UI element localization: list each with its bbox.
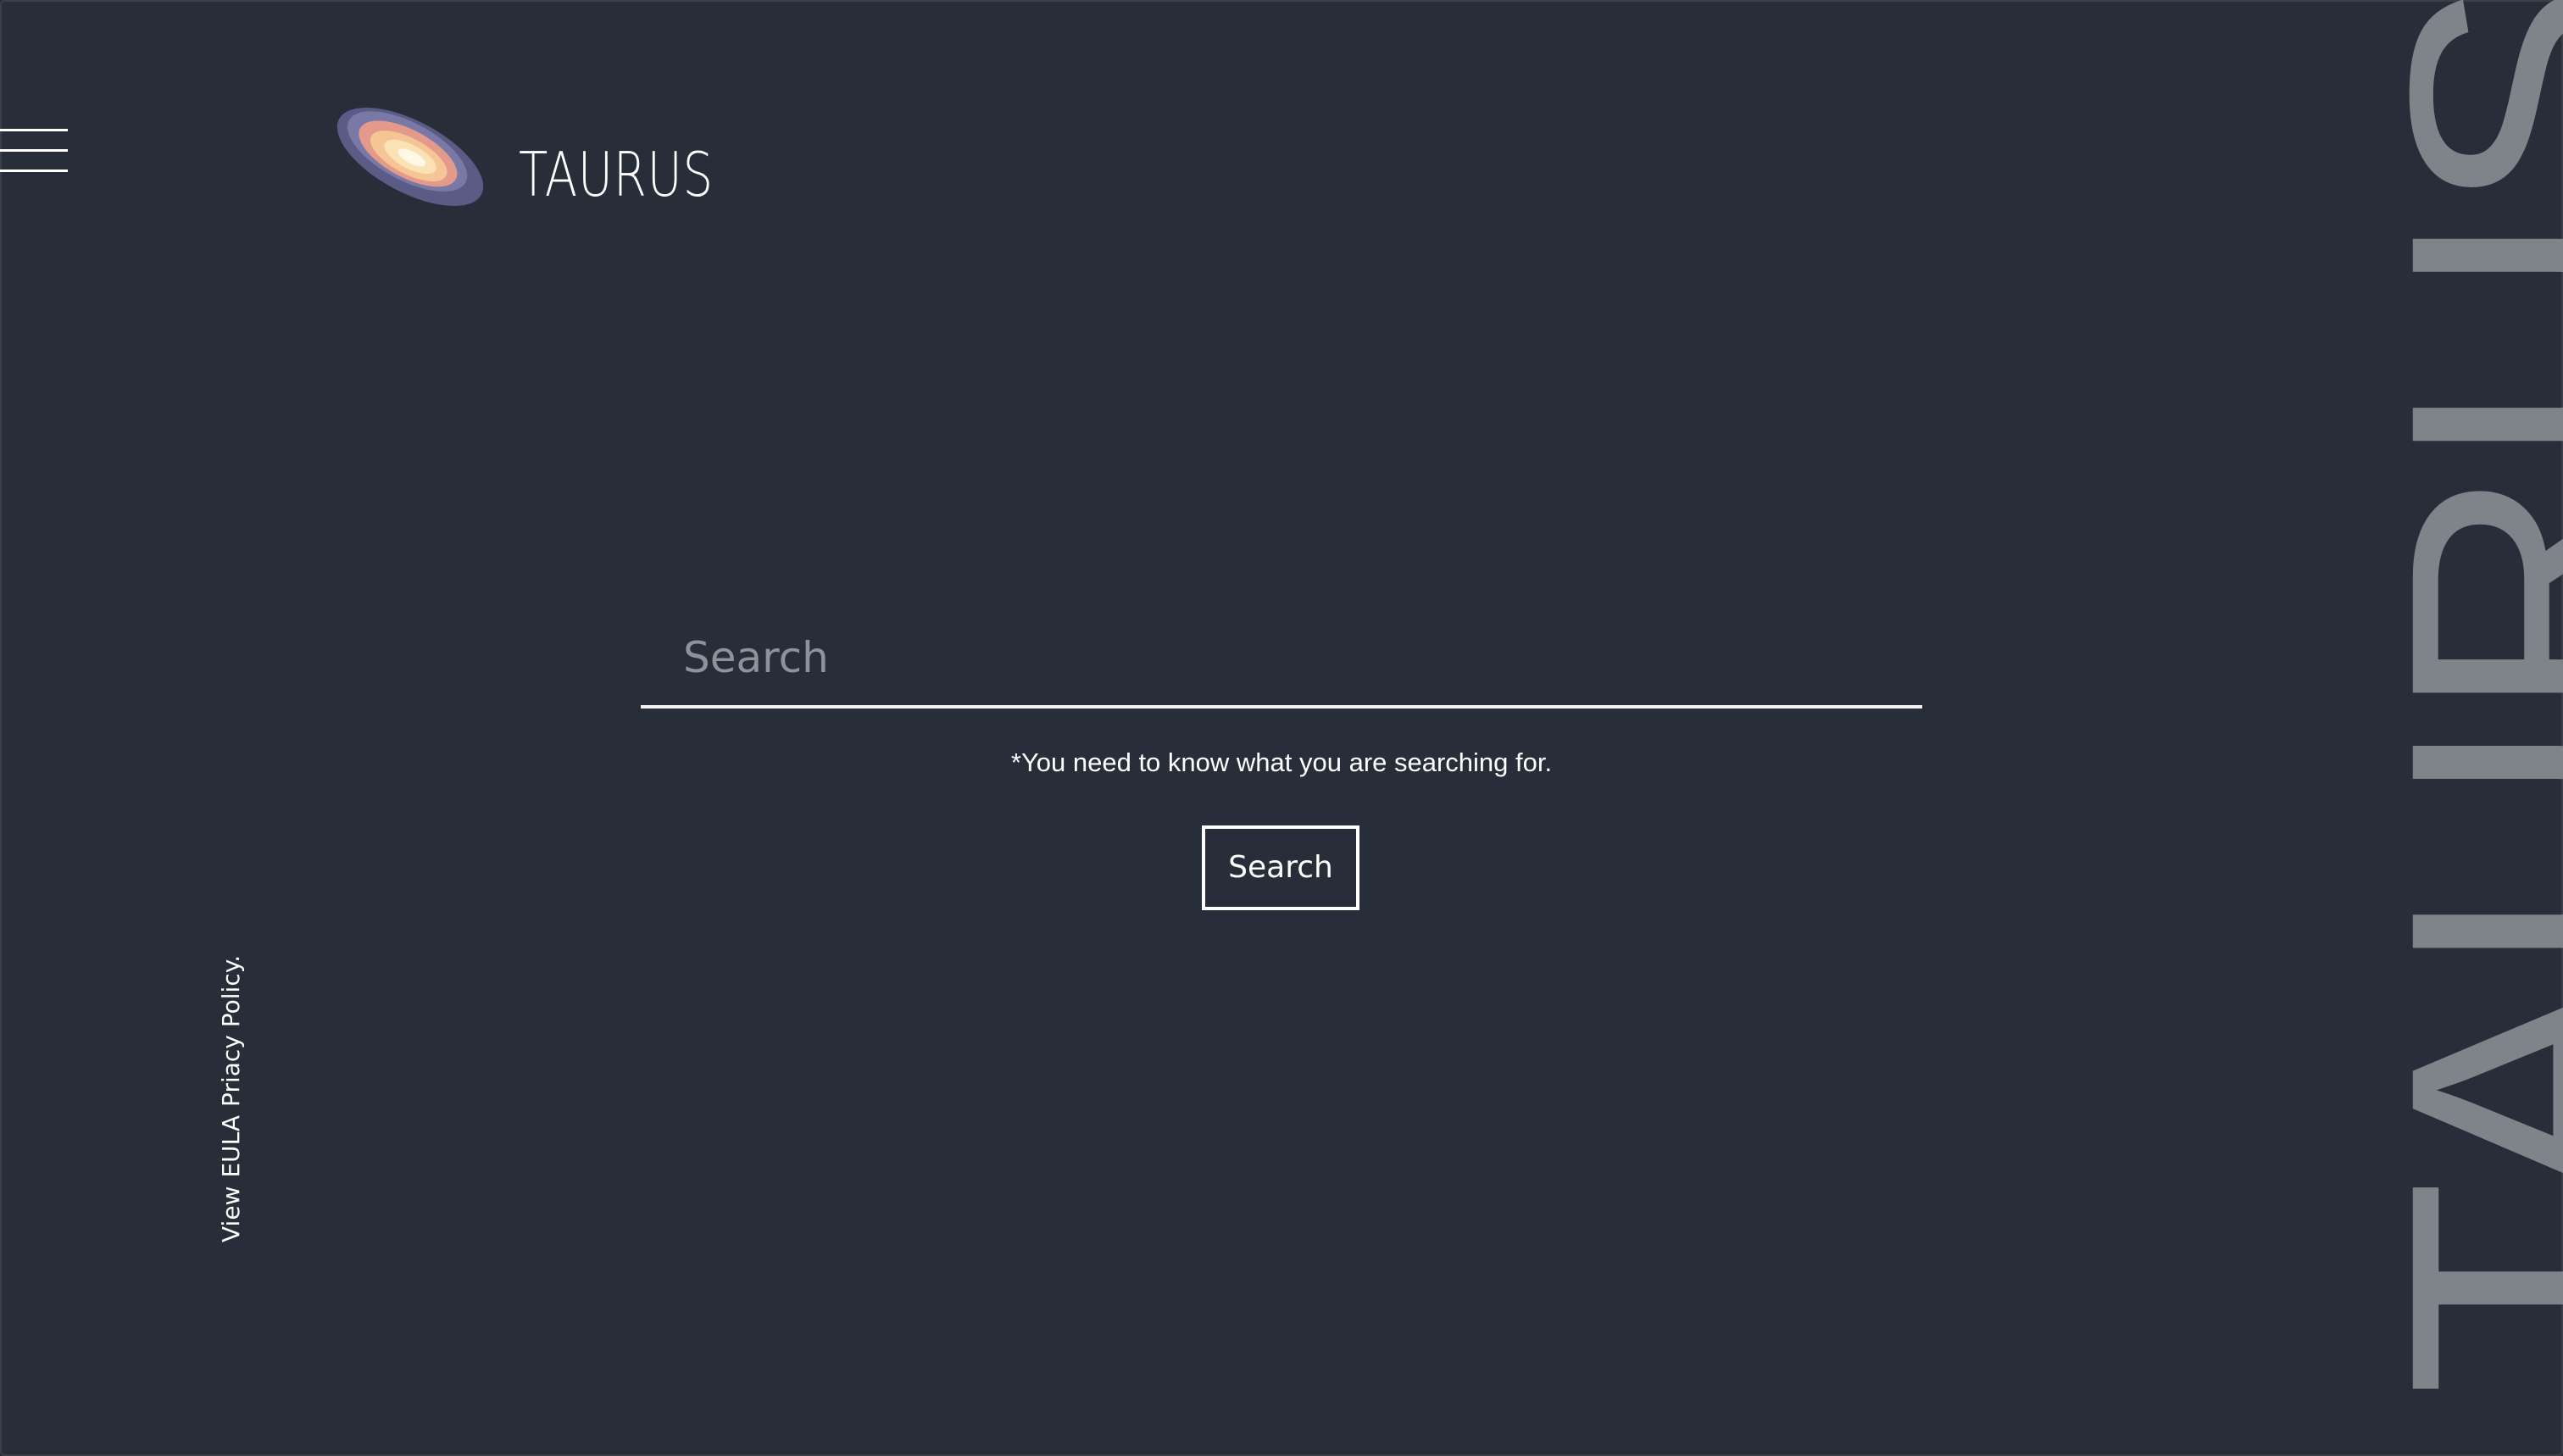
- search-hint: *You need to know what you are searching…: [1010, 747, 1553, 777]
- brand-name[interactable]: TAURUS: [519, 144, 714, 205]
- legal-prefix: View: [217, 1186, 245, 1242]
- menu-bar-top: [0, 129, 68, 131]
- eula-link[interactable]: EULA: [217, 1115, 245, 1178]
- legal-links: View EULA Priacy Policy.: [217, 955, 245, 1242]
- search-button[interactable]: Search: [1202, 825, 1359, 910]
- window-frame: [0, 0, 2563, 1456]
- search-input[interactable]: [641, 610, 1922, 709]
- brand-watermark: TAURUS: [2339, 0, 2563, 1398]
- hamburger-menu-icon[interactable]: [0, 129, 69, 173]
- privacy-policy-link[interactable]: Priacy Policy.: [217, 955, 245, 1107]
- galaxy-logo-icon[interactable]: [332, 102, 490, 212]
- menu-bar-middle: [0, 149, 68, 152]
- menu-bar-bottom: [0, 169, 68, 172]
